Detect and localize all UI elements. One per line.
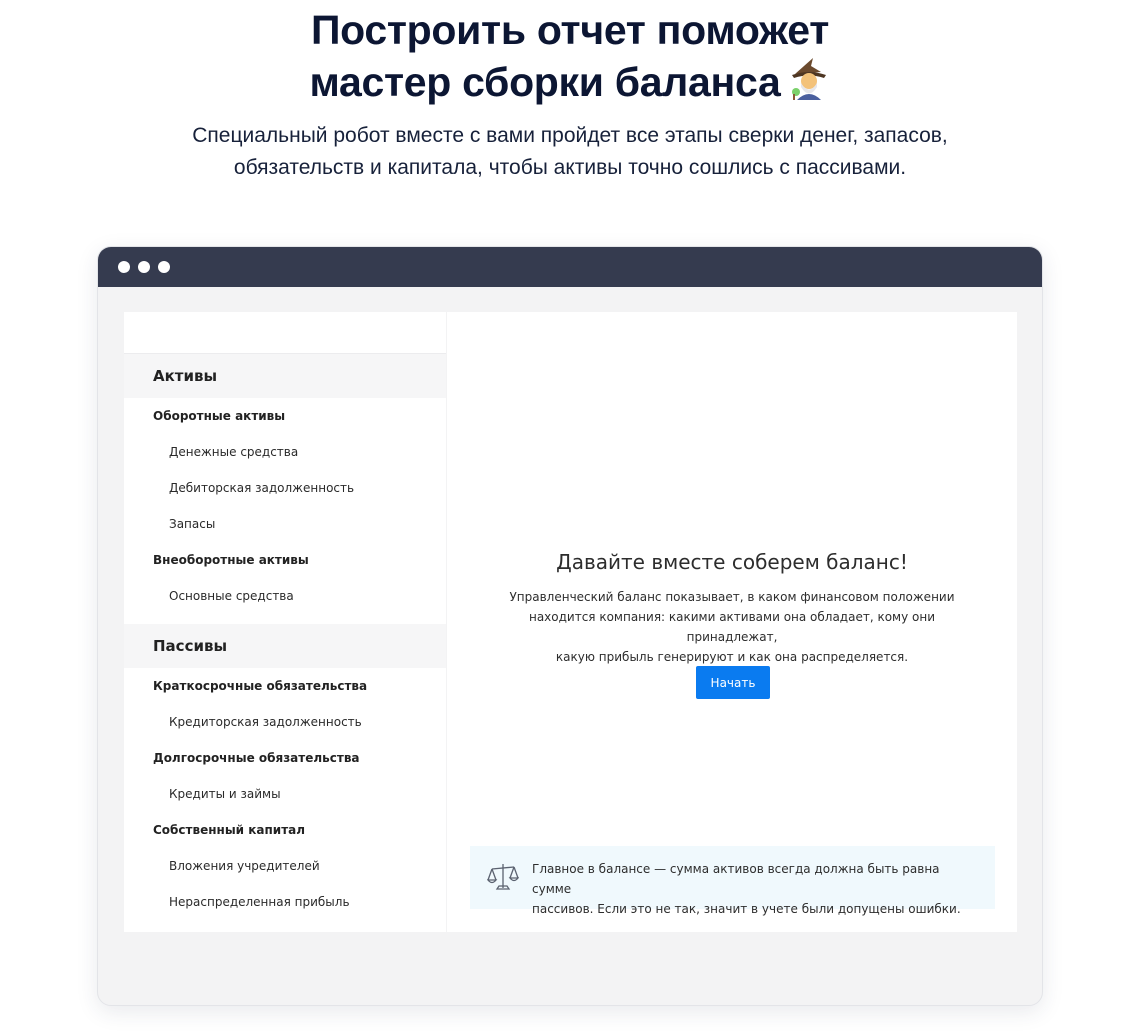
app-window: Активы Оборотные активы Денежные средств… [97,246,1043,1006]
sidebar-item-receivables[interactable]: Дебиторская задолженность [124,470,446,506]
main-description-line-2: находится компания: какими активами она … [528,610,936,644]
info-note-line-2: пассивов. Если это не так, значит в учет… [532,902,961,916]
sidebar-group-noncurrent-assets[interactable]: Внеоборотные активы [124,542,446,578]
sidebar-item-fixed-assets[interactable]: Основные средства [124,578,446,614]
main-title: Давайте вместе соберем баланс! [556,550,908,574]
hero-title-line-2: мастер сборки баланса [0,56,1140,108]
main-description-line-1: Управленческий баланс показывает, в како… [509,590,955,604]
window-dot[interactable] [138,261,150,273]
hero-title-line-2-text: мастер сборки баланса [309,59,781,105]
sidebar-item-loans[interactable]: Кредиты и займы [124,776,446,812]
sidebar-group-long-term[interactable]: Долгосрочные обязательства [124,740,446,776]
sidebar-section-assets[interactable]: Активы [124,354,446,398]
scales-icon [487,864,519,890]
info-note: Главное в балансе — сумма активов всегда… [470,846,995,916]
sidebar-group-equity[interactable]: Собственный капитал [124,812,446,848]
sidebar-item-payables[interactable]: Кредиторская задолженность [124,704,446,740]
wizard-emoji-icon [791,58,826,100]
sidebar-item-retained-earnings[interactable]: Нераспределенная прибыль [124,884,446,920]
hero-subtitle: Специальный робот вместе с вами пройдет … [120,120,1020,184]
hero-subtitle-line-1: Специальный робот вместе с вами пройдет … [192,124,948,147]
sidebar-item-founders-contributions[interactable]: Вложения учредителей [124,848,446,884]
sidebar-group-short-term[interactable]: Краткосрочные обязательства [124,668,446,704]
hero-title-line-1: Построить отчет поможет [311,7,829,53]
hero-title: Построить отчет поможет мастер сборки ба… [0,4,1140,108]
sidebar-item-cash[interactable]: Денежные средства [124,434,446,470]
sidebar-group-current-assets[interactable]: Оборотные активы [124,398,446,434]
info-note-line-1: Главное в балансе — сумма активов всегда… [532,862,940,896]
sidebar-section-liabilities[interactable]: Пассивы [124,624,446,668]
main-description: Управленческий баланс показывает, в како… [497,587,967,667]
sidebar-header [124,312,446,354]
info-note-text: Главное в балансе — сумма активов всегда… [532,859,972,919]
window-dot[interactable] [158,261,170,273]
main-panel: Давайте вместе соберем баланс! Управленч… [447,312,1017,932]
window-titlebar [98,247,1042,287]
start-button[interactable]: Начать [696,666,770,699]
hero-subtitle-line-2: обязательств и капитала, чтобы активы то… [233,156,907,179]
sidebar: Активы Оборотные активы Денежные средств… [124,312,446,932]
window-dot[interactable] [118,261,130,273]
sidebar-item-inventory[interactable]: Запасы [124,506,446,542]
main-description-line-3: какую прибыль генерируют и как она распр… [555,650,909,664]
